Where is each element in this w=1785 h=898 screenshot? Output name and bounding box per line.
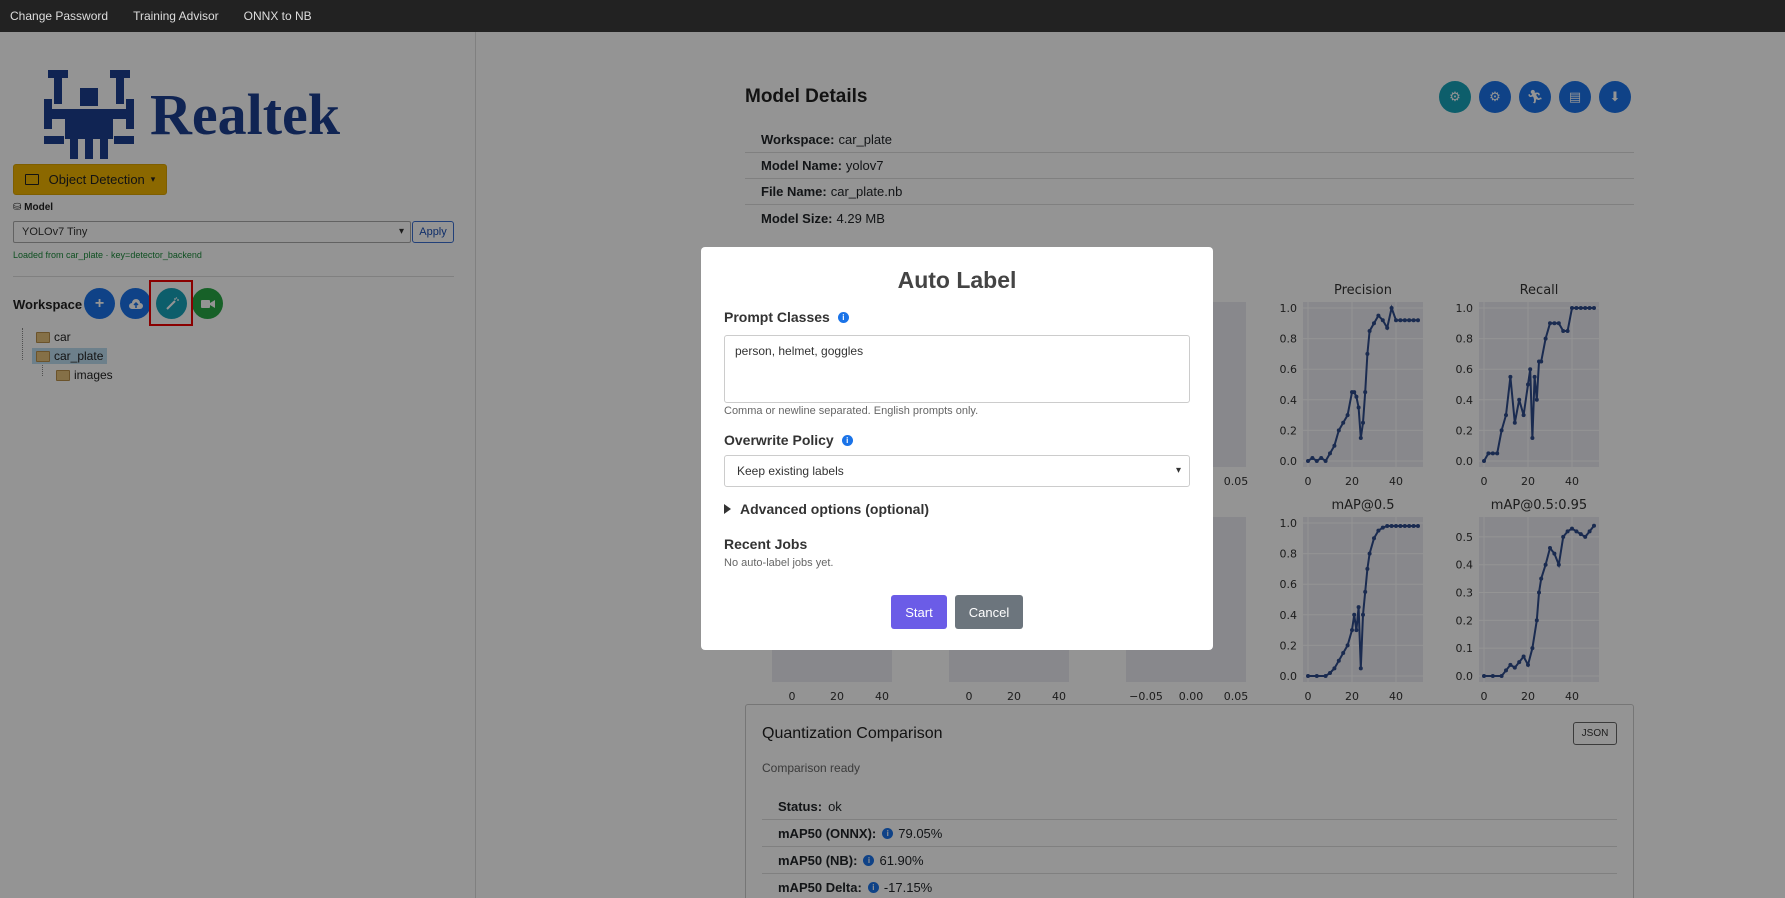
chevron-down-icon: ▾	[1175, 465, 1181, 476]
overwrite-policy-label: Overwrite Policy i	[724, 432, 858, 448]
cancel-button[interactable]: Cancel	[955, 595, 1023, 629]
advanced-options-toggle[interactable]: Advanced options (optional)	[724, 501, 929, 517]
auto-label-modal: Auto Label Prompt Classes i person, helm…	[701, 247, 1213, 650]
modal-title: Auto Label	[897, 267, 1017, 293]
overwrite-policy-select[interactable]: Keep existing labels ▾	[724, 455, 1190, 487]
prompt-classes-textarea[interactable]: person, helmet, goggles	[724, 335, 1190, 403]
prompt-classes-label-text: Prompt Classes	[724, 309, 830, 325]
advanced-options-label: Advanced options (optional)	[740, 501, 929, 517]
overwrite-policy-value: Keep existing labels	[737, 464, 844, 478]
top-navbar: Change Password Training Advisor ONNX to…	[0, 0, 1785, 32]
nav-onnx-to-nb[interactable]: ONNX to NB	[244, 9, 312, 23]
info-icon[interactable]: i	[837, 311, 849, 323]
recent-jobs-heading: Recent Jobs	[724, 536, 808, 552]
prompt-classes-hint: Comma or newline separated. English prom…	[724, 405, 979, 417]
start-button[interactable]: Start	[891, 595, 947, 629]
prompt-classes-label: Prompt Classes i	[724, 309, 854, 325]
disclosure-triangle-icon	[724, 504, 731, 514]
overwrite-policy-label-text: Overwrite Policy	[724, 432, 834, 448]
nav-training-advisor[interactable]: Training Advisor	[133, 9, 219, 23]
recent-jobs-empty: No auto-label jobs yet.	[724, 557, 834, 569]
nav-change-password[interactable]: Change Password	[10, 9, 108, 23]
info-icon[interactable]: i	[841, 434, 853, 446]
